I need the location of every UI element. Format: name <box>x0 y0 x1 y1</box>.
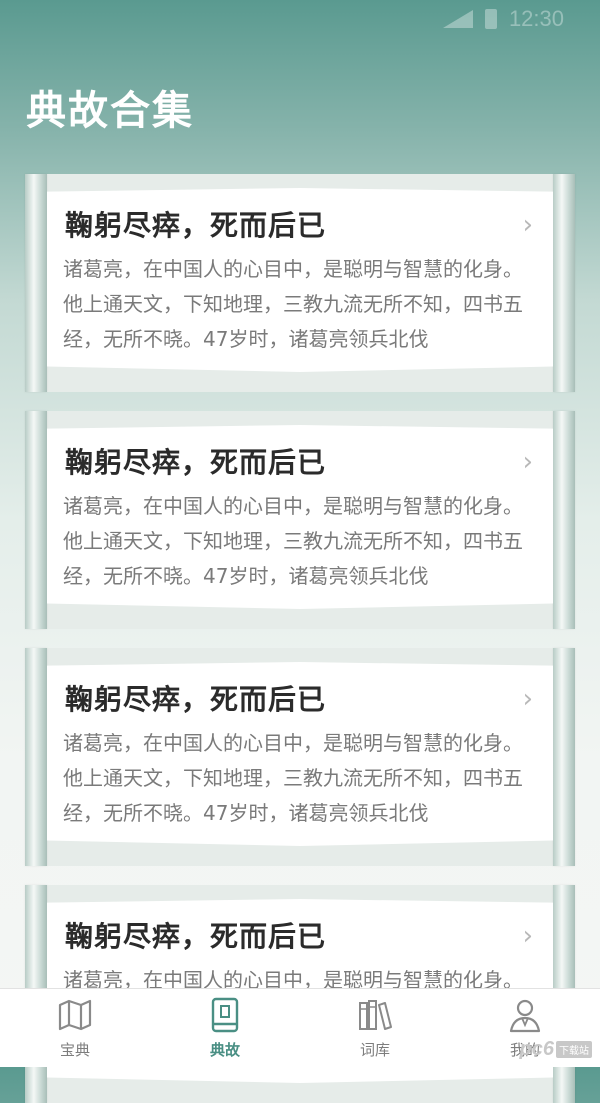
tab-label: 宝典 <box>59 1041 90 1059</box>
card-title: 鞠躬尽瘁，死而后已 <box>65 446 327 479</box>
scroll-rod-right <box>553 174 575 392</box>
tab-label: 典故 <box>209 1041 240 1059</box>
books-icon <box>359 1000 392 1030</box>
bottom-tab-bar: 宝典 典故 词库 我的 <box>0 988 600 1067</box>
card-description: 诸葛亮，在中国人的心目中，是聪明与智慧的化身。他上通天文，下知地理，三教九流无所… <box>63 731 523 825</box>
status-icons: 12:30 <box>439 6 564 32</box>
tab-ciku[interactable]: 词库 <box>300 989 450 1067</box>
chevron-right-icon[interactable]: › <box>523 684 533 714</box>
story-card[interactable]: 鞠躬尽瘁，死而后已 › 诸葛亮，在中国人的心目中，是聪明与智慧的化身。他上通天文… <box>25 174 575 392</box>
tab-baodian[interactable]: 宝典 <box>0 989 150 1067</box>
story-card[interactable]: 鞠躬尽瘁，死而后已 › 诸葛亮，在中国人的心目中，是聪明与智慧的化身。他上通天文… <box>25 648 575 866</box>
tab-diangu[interactable]: 典故 <box>150 989 300 1067</box>
card-title: 鞠躬尽瘁，死而后已 <box>65 683 327 716</box>
page-title: 典故合集 <box>26 87 194 134</box>
card-description: 诸葛亮，在中国人的心目中，是聪明与智慧的化身。他上通天文，下知地理，三教九流无所… <box>63 257 523 351</box>
chevron-right-icon[interactable]: › <box>523 210 533 240</box>
scroll-rod-right <box>553 648 575 866</box>
watermark-text: pc6 <box>519 1038 554 1060</box>
book-icon <box>211 997 239 1033</box>
scroll-rod-left <box>25 174 47 392</box>
card-title: 鞠躬尽瘁，死而后已 <box>65 209 327 242</box>
watermark-badge: 下载站 <box>556 1041 592 1058</box>
scroll-rod-left <box>25 648 47 866</box>
map-icon <box>58 999 92 1031</box>
scroll-rod-left <box>25 411 47 629</box>
status-time: 12:30 <box>508 6 564 31</box>
signal-icon <box>439 10 473 28</box>
chevron-right-icon[interactable]: › <box>523 447 533 477</box>
story-card[interactable]: 鞠躬尽瘁，死而后已 › 诸葛亮，在中国人的心目中，是聪明与智慧的化身。他上通天文… <box>25 411 575 629</box>
chevron-right-icon[interactable]: › <box>523 921 533 951</box>
card-description: 诸葛亮，在中国人的心目中，是聪明与智慧的化身。他上通天文，下知地理，三教九流无所… <box>63 494 523 588</box>
status-bar: 12:30 <box>0 0 600 40</box>
card-title: 鞠躬尽瘁，死而后已 <box>65 920 327 953</box>
battery-icon <box>484 9 497 29</box>
scroll-rod-right <box>553 411 575 629</box>
user-icon <box>509 999 541 1033</box>
tab-label: 词库 <box>359 1041 390 1059</box>
watermark-logo: pc6 下载站 <box>520 1038 592 1061</box>
